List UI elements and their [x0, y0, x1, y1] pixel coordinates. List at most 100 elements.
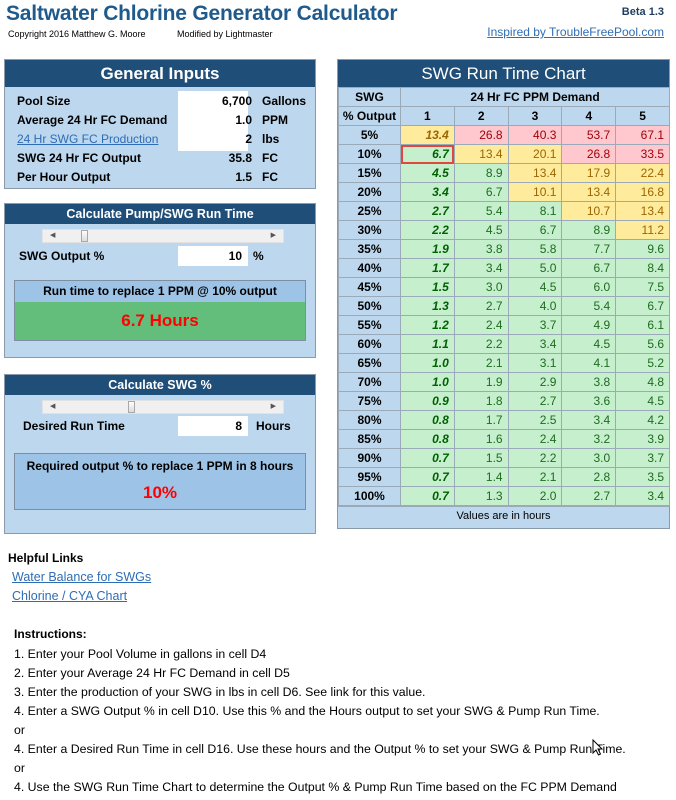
run-time-cell[interactable]: 6.1	[615, 315, 670, 335]
run-time-cell[interactable]: 11.2	[615, 220, 670, 240]
run-time-cell[interactable]: 16.8	[615, 182, 670, 202]
run-time-cell[interactable]: 17.9	[561, 163, 617, 183]
run-time-cell[interactable]: 8.1	[507, 201, 563, 221]
run-time-cell[interactable]: 3.4	[453, 258, 509, 278]
desired-run-time-input[interactable]: 8	[178, 416, 248, 436]
run-time-cell[interactable]: 4.5	[400, 163, 455, 183]
run-time-cell[interactable]: 2.5	[507, 410, 563, 430]
swg-production-input[interactable]: 2	[178, 130, 256, 149]
run-time-cell[interactable]: 5.2	[615, 353, 670, 373]
swg-production-link[interactable]: 24 Hr SWG FC Production	[17, 130, 158, 149]
run-time-cell[interactable]: 2.1	[453, 353, 509, 373]
run-time-cell[interactable]: 2.7	[507, 391, 563, 411]
run-time-cell[interactable]: 2.7	[561, 486, 617, 506]
run-time-cell[interactable]: 53.7	[561, 125, 617, 145]
run-time-cell[interactable]: 5.4	[561, 296, 617, 316]
run-time-cell[interactable]: 3.2	[561, 429, 617, 449]
run-time-cell[interactable]: 5.6	[615, 334, 670, 354]
run-time-cell[interactable]: 10.1	[507, 182, 563, 202]
run-time-cell[interactable]: 3.8	[453, 239, 509, 259]
run-time-cell[interactable]: 3.5	[615, 467, 670, 487]
run-time-cell[interactable]: 1.5	[400, 277, 455, 297]
run-time-cell[interactable]: 20.1	[507, 144, 563, 164]
run-time-cell[interactable]: 3.7	[615, 448, 670, 468]
run-time-cell[interactable]: 0.8	[400, 429, 455, 449]
run-time-cell[interactable]: 6.7	[615, 296, 670, 316]
run-time-cell[interactable]: 5.4	[453, 201, 509, 221]
run-time-cell[interactable]: 3.4	[615, 486, 670, 506]
run-time-cell[interactable]: 1.3	[400, 296, 455, 316]
run-time-cell[interactable]: 8.4	[615, 258, 670, 278]
water-balance-link[interactable]: Water Balance for SWGs	[12, 570, 151, 584]
run-time-cell[interactable]: 5.0	[507, 258, 563, 278]
run-time-cell[interactable]: 2.1	[507, 467, 563, 487]
run-time-cell[interactable]: 4.1	[561, 353, 617, 373]
run-time-cell[interactable]: 6.7	[400, 144, 455, 164]
slider-thumb[interactable]	[128, 401, 135, 413]
run-time-cell[interactable]: 4.0	[507, 296, 563, 316]
run-time-cell[interactable]: 10.7	[561, 201, 617, 221]
run-time-cell[interactable]: 2.0	[507, 486, 563, 506]
run-time-cell[interactable]: 3.4	[507, 334, 563, 354]
run-time-cell[interactable]: 0.7	[400, 467, 455, 487]
run-time-cell[interactable]: 3.7	[507, 315, 563, 335]
run-time-cell[interactable]: 7.5	[615, 277, 670, 297]
run-time-cell[interactable]: 3.0	[453, 277, 509, 297]
run-time-cell[interactable]: 13.4	[400, 125, 455, 145]
run-time-cell[interactable]: 1.1	[400, 334, 455, 354]
run-time-cell[interactable]: 3.0	[561, 448, 617, 468]
run-time-cell[interactable]: 3.9	[615, 429, 670, 449]
inspired-by-link[interactable]: Inspired by TroubleFreePool.com	[487, 25, 664, 39]
run-time-cell[interactable]: 1.4	[453, 467, 509, 487]
run-time-cell[interactable]: 8.9	[453, 163, 509, 183]
run-time-cell[interactable]: 1.9	[400, 239, 455, 259]
run-time-cell[interactable]: 40.3	[507, 125, 563, 145]
run-time-cell[interactable]: 26.8	[561, 144, 617, 164]
swg-output-slider[interactable]: ◀ ▶	[42, 229, 284, 243]
run-time-cell[interactable]: 1.6	[453, 429, 509, 449]
run-time-cell[interactable]: 67.1	[615, 125, 670, 145]
slider-thumb[interactable]	[81, 230, 88, 242]
run-time-cell[interactable]: 3.4	[400, 182, 455, 202]
run-time-cell[interactable]: 2.2	[453, 334, 509, 354]
run-time-cell[interactable]: 2.7	[400, 201, 455, 221]
run-time-cell[interactable]: 1.5	[453, 448, 509, 468]
run-time-cell[interactable]: 4.5	[507, 277, 563, 297]
run-time-cell[interactable]: 3.1	[507, 353, 563, 373]
run-time-cell[interactable]: 6.7	[507, 220, 563, 240]
run-time-cell[interactable]: 9.6	[615, 239, 670, 259]
run-time-cell[interactable]: 2.9	[507, 372, 563, 392]
run-time-cell[interactable]: 5.8	[507, 239, 563, 259]
fc-demand-input[interactable]: 1.0	[178, 111, 256, 130]
run-time-cell[interactable]: 4.2	[615, 410, 670, 430]
run-time-cell[interactable]: 0.7	[400, 486, 455, 506]
run-time-cell[interactable]: 1.3	[453, 486, 509, 506]
run-time-cell[interactable]: 1.7	[453, 410, 509, 430]
run-time-cell[interactable]: 3.4	[561, 410, 617, 430]
run-time-cell[interactable]: 0.9	[400, 391, 455, 411]
run-time-cell[interactable]: 3.6	[561, 391, 617, 411]
run-time-cell[interactable]: 0.8	[400, 410, 455, 430]
scroll-left-icon[interactable]: ◀	[50, 402, 55, 410]
run-time-cell[interactable]: 26.8	[453, 125, 509, 145]
run-time-cell[interactable]: 2.8	[561, 467, 617, 487]
run-time-cell[interactable]: 33.5	[615, 144, 670, 164]
run-time-cell[interactable]: 1.2	[400, 315, 455, 335]
run-time-cell[interactable]: 4.5	[561, 334, 617, 354]
run-time-cell[interactable]: 1.8	[453, 391, 509, 411]
run-time-cell[interactable]: 1.9	[453, 372, 509, 392]
run-time-cell[interactable]: 13.4	[561, 182, 617, 202]
run-time-cell[interactable]: 2.7	[453, 296, 509, 316]
scroll-left-icon[interactable]: ◀	[50, 231, 55, 239]
run-time-cell[interactable]: 1.0	[400, 372, 455, 392]
pool-size-input[interactable]: 6,700	[178, 92, 256, 111]
run-time-cell[interactable]: 4.5	[453, 220, 509, 240]
run-time-cell[interactable]: 6.7	[561, 258, 617, 278]
scroll-right-icon[interactable]: ▶	[271, 402, 276, 410]
run-time-slider[interactable]: ◀ ▶	[42, 400, 284, 414]
run-time-cell[interactable]: 22.4	[615, 163, 670, 183]
run-time-cell[interactable]: 6.0	[561, 277, 617, 297]
run-time-cell[interactable]: 4.9	[561, 315, 617, 335]
run-time-cell[interactable]: 13.4	[615, 201, 670, 221]
run-time-cell[interactable]: 6.7	[453, 182, 509, 202]
